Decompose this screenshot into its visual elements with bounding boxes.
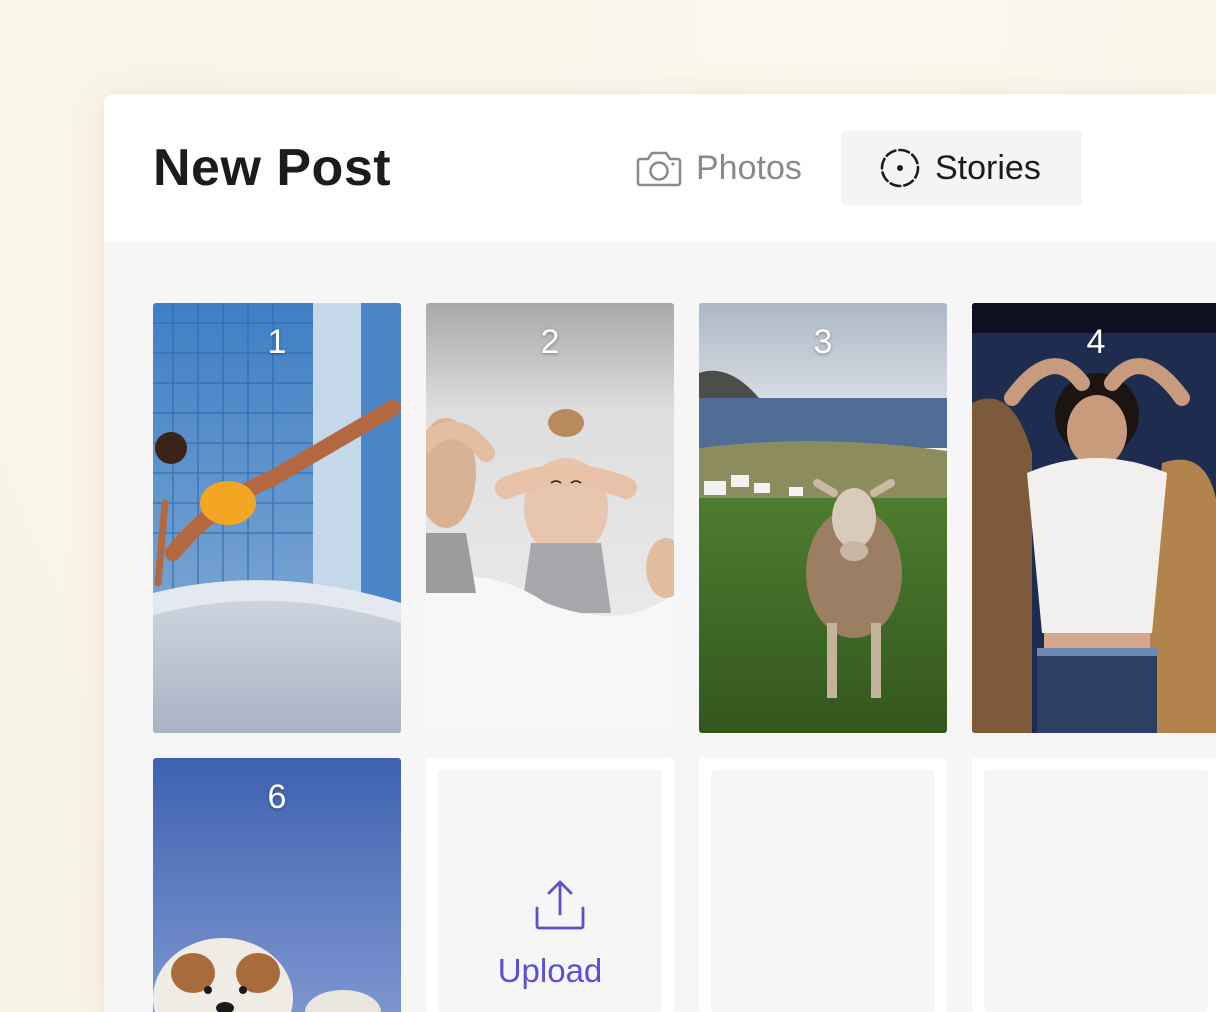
header: New Post Photos Stories: [104, 94, 1216, 242]
upload-slot[interactable]: Upload: [426, 758, 674, 1012]
story-grid: 1 2 3 4 6 Upload: [104, 242, 1216, 1012]
empty-slot-inner: [711, 770, 935, 1012]
photo-tile-3[interactable]: 3: [699, 303, 947, 733]
stories-icon: [879, 147, 921, 189]
tab-photos[interactable]: Photos: [598, 131, 840, 205]
upload-label: Upload: [497, 952, 603, 989]
empty-slot[interactable]: [972, 758, 1216, 1012]
photo-number-2: 2: [540, 323, 560, 361]
upload-icon: [533, 878, 587, 937]
photo-number-1: 1: [267, 323, 287, 361]
empty-slot[interactable]: [699, 758, 947, 1012]
photo-tile-6[interactable]: 6: [153, 758, 401, 1012]
photo-number-4: 4: [1086, 323, 1106, 361]
photo-tile-4[interactable]: 4: [972, 303, 1216, 733]
upload-slot-inner: Upload: [438, 770, 662, 1012]
tab-stories-label: Stories: [935, 148, 1041, 187]
photo-number-3: 3: [813, 323, 833, 361]
photo-number-6: 6: [267, 778, 287, 816]
empty-slot-inner: [984, 770, 1208, 1012]
page-title: New Post: [153, 139, 392, 197]
photo-4-image: [972, 303, 1216, 733]
tab-stories[interactable]: Stories: [841, 131, 1082, 205]
camera-icon: [636, 148, 682, 188]
photo-2-image: [426, 303, 674, 733]
photo-3-image: [699, 303, 947, 733]
photo-tile-2[interactable]: 2: [426, 303, 674, 733]
photo-1-image: [153, 303, 401, 733]
photo-tile-1[interactable]: 1: [153, 303, 401, 733]
tab-photos-label: Photos: [696, 148, 802, 187]
new-post-window: New Post Photos Stories 1 2 3 4 6 Upload: [104, 94, 1216, 1012]
